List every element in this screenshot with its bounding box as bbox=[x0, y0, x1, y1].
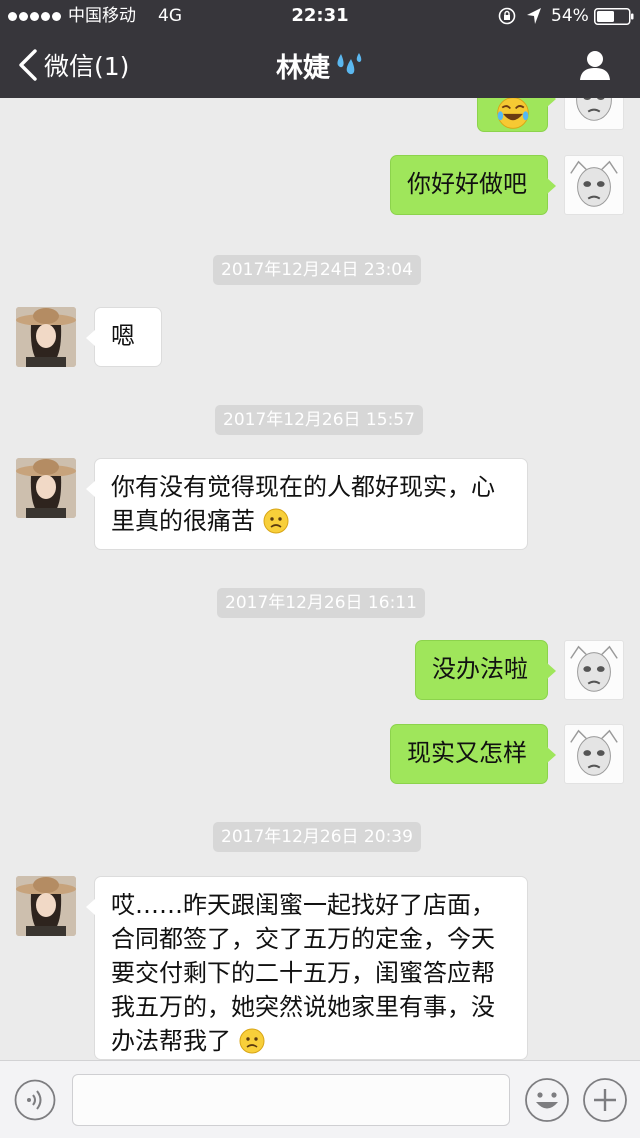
battery-icon bbox=[594, 8, 634, 25]
top-header: 中国移动 4G 22:31 54% 微信(1) 林婕 bbox=[0, 0, 640, 98]
cartoon-face-avatar bbox=[570, 645, 618, 692]
timestamp-text: 2017年12月24日 23:04 bbox=[221, 260, 413, 280]
message-bubble-friend[interactable]: 你有没有觉得现在的人都好现实，心 里真的很痛苦 bbox=[86, 458, 528, 550]
timestamp-text: 2017年12月26日 20:39 bbox=[221, 827, 413, 847]
message-text: 里真的很痛苦 bbox=[111, 507, 255, 535]
location-arrow-icon bbox=[527, 8, 541, 24]
message-bubble-self[interactable]: 现实又怎样 bbox=[390, 724, 556, 784]
input-bar bbox=[0, 1060, 640, 1138]
cartoon-face-avatar bbox=[576, 98, 612, 121]
rotation-lock-icon bbox=[498, 7, 516, 25]
smiley-icon[interactable] bbox=[524, 1077, 570, 1123]
message-timestamp: 2017年12月24日 23:04 bbox=[213, 255, 421, 285]
chat-message-list[interactable]: 你好好做吧 2017年12月24日 23:04 嗯 2017年12月26日 15… bbox=[0, 98, 640, 1060]
status-bar: 中国移动 4G 22:31 54% bbox=[0, 0, 640, 32]
message-bubble-friend[interactable]: 哎……昨天跟闺蜜一起找好了店面， 合同都签了，交了五万的定金，今天 要交付剩下的… bbox=[86, 876, 528, 1060]
message-text-line: 哎……昨天跟闺蜜一起找好了店面， bbox=[111, 891, 495, 919]
message-text-line: 要交付剩下的二十五万，闺蜜答应帮 bbox=[111, 959, 495, 987]
cartoon-face-avatar bbox=[570, 729, 618, 776]
plus-icon[interactable] bbox=[582, 1077, 628, 1123]
message-text: 你好好做吧 bbox=[407, 170, 527, 198]
status-time: 22:31 bbox=[291, 5, 349, 26]
message-bubble-self[interactable]: 你好好做吧 bbox=[390, 155, 556, 215]
message-timestamp: 2017年12月26日 16:11 bbox=[217, 588, 425, 618]
woman-photo-avatar bbox=[16, 876, 76, 936]
my-avatar[interactable] bbox=[564, 155, 624, 215]
contact-avatar[interactable] bbox=[16, 458, 76, 518]
nav-bar: 微信(1) 林婕 bbox=[0, 32, 640, 98]
laughing-tears-emoji bbox=[497, 98, 529, 129]
frown-emoji bbox=[263, 508, 289, 534]
my-avatar[interactable] bbox=[564, 640, 624, 700]
my-avatar[interactable] bbox=[564, 724, 624, 784]
message-text: 办法帮我了 bbox=[111, 1027, 231, 1055]
message-text: 没办法啦 bbox=[432, 655, 528, 683]
woman-photo-avatar bbox=[16, 458, 76, 518]
contact-avatar[interactable] bbox=[16, 876, 76, 936]
message-text-line: 里真的很痛苦 bbox=[111, 504, 511, 538]
woman-photo-avatar bbox=[16, 307, 76, 367]
cartoon-face-avatar bbox=[570, 160, 618, 207]
message-timestamp: 2017年12月26日 15:57 bbox=[215, 405, 423, 435]
person-icon[interactable] bbox=[578, 49, 612, 81]
message-timestamp: 2017年12月26日 20:39 bbox=[213, 822, 421, 852]
frown-emoji bbox=[239, 1028, 265, 1054]
chat-title: 林婕 bbox=[0, 32, 640, 98]
voice-icon[interactable] bbox=[14, 1079, 56, 1121]
message-text-line: 我五万的，她突然说她家里有事，没 bbox=[111, 993, 495, 1021]
message-bubble-self[interactable] bbox=[477, 98, 556, 132]
timestamp-text: 2017年12月26日 16:11 bbox=[225, 593, 417, 613]
contact-avatar[interactable] bbox=[16, 307, 76, 367]
message-input[interactable] bbox=[72, 1074, 510, 1126]
message-bubble-friend[interactable]: 嗯 bbox=[86, 307, 162, 367]
message-text-line: 办法帮我了 bbox=[111, 1024, 511, 1058]
message-text: 现实又怎样 bbox=[407, 739, 527, 767]
message-text-line: 你有没有觉得现在的人都好现实，心 bbox=[111, 473, 495, 501]
message-bubble-self[interactable]: 没办法啦 bbox=[415, 640, 556, 700]
battery-percentage: 54% bbox=[551, 6, 589, 26]
message-text-line: 合同都签了，交了五万的定金，今天 bbox=[111, 925, 495, 953]
contact-name: 林婕 bbox=[276, 52, 330, 84]
timestamp-text: 2017年12月26日 15:57 bbox=[223, 410, 415, 430]
sweat-droplets-icon bbox=[337, 53, 362, 75]
my-avatar[interactable] bbox=[564, 98, 624, 130]
message-text: 嗯 bbox=[111, 322, 135, 350]
